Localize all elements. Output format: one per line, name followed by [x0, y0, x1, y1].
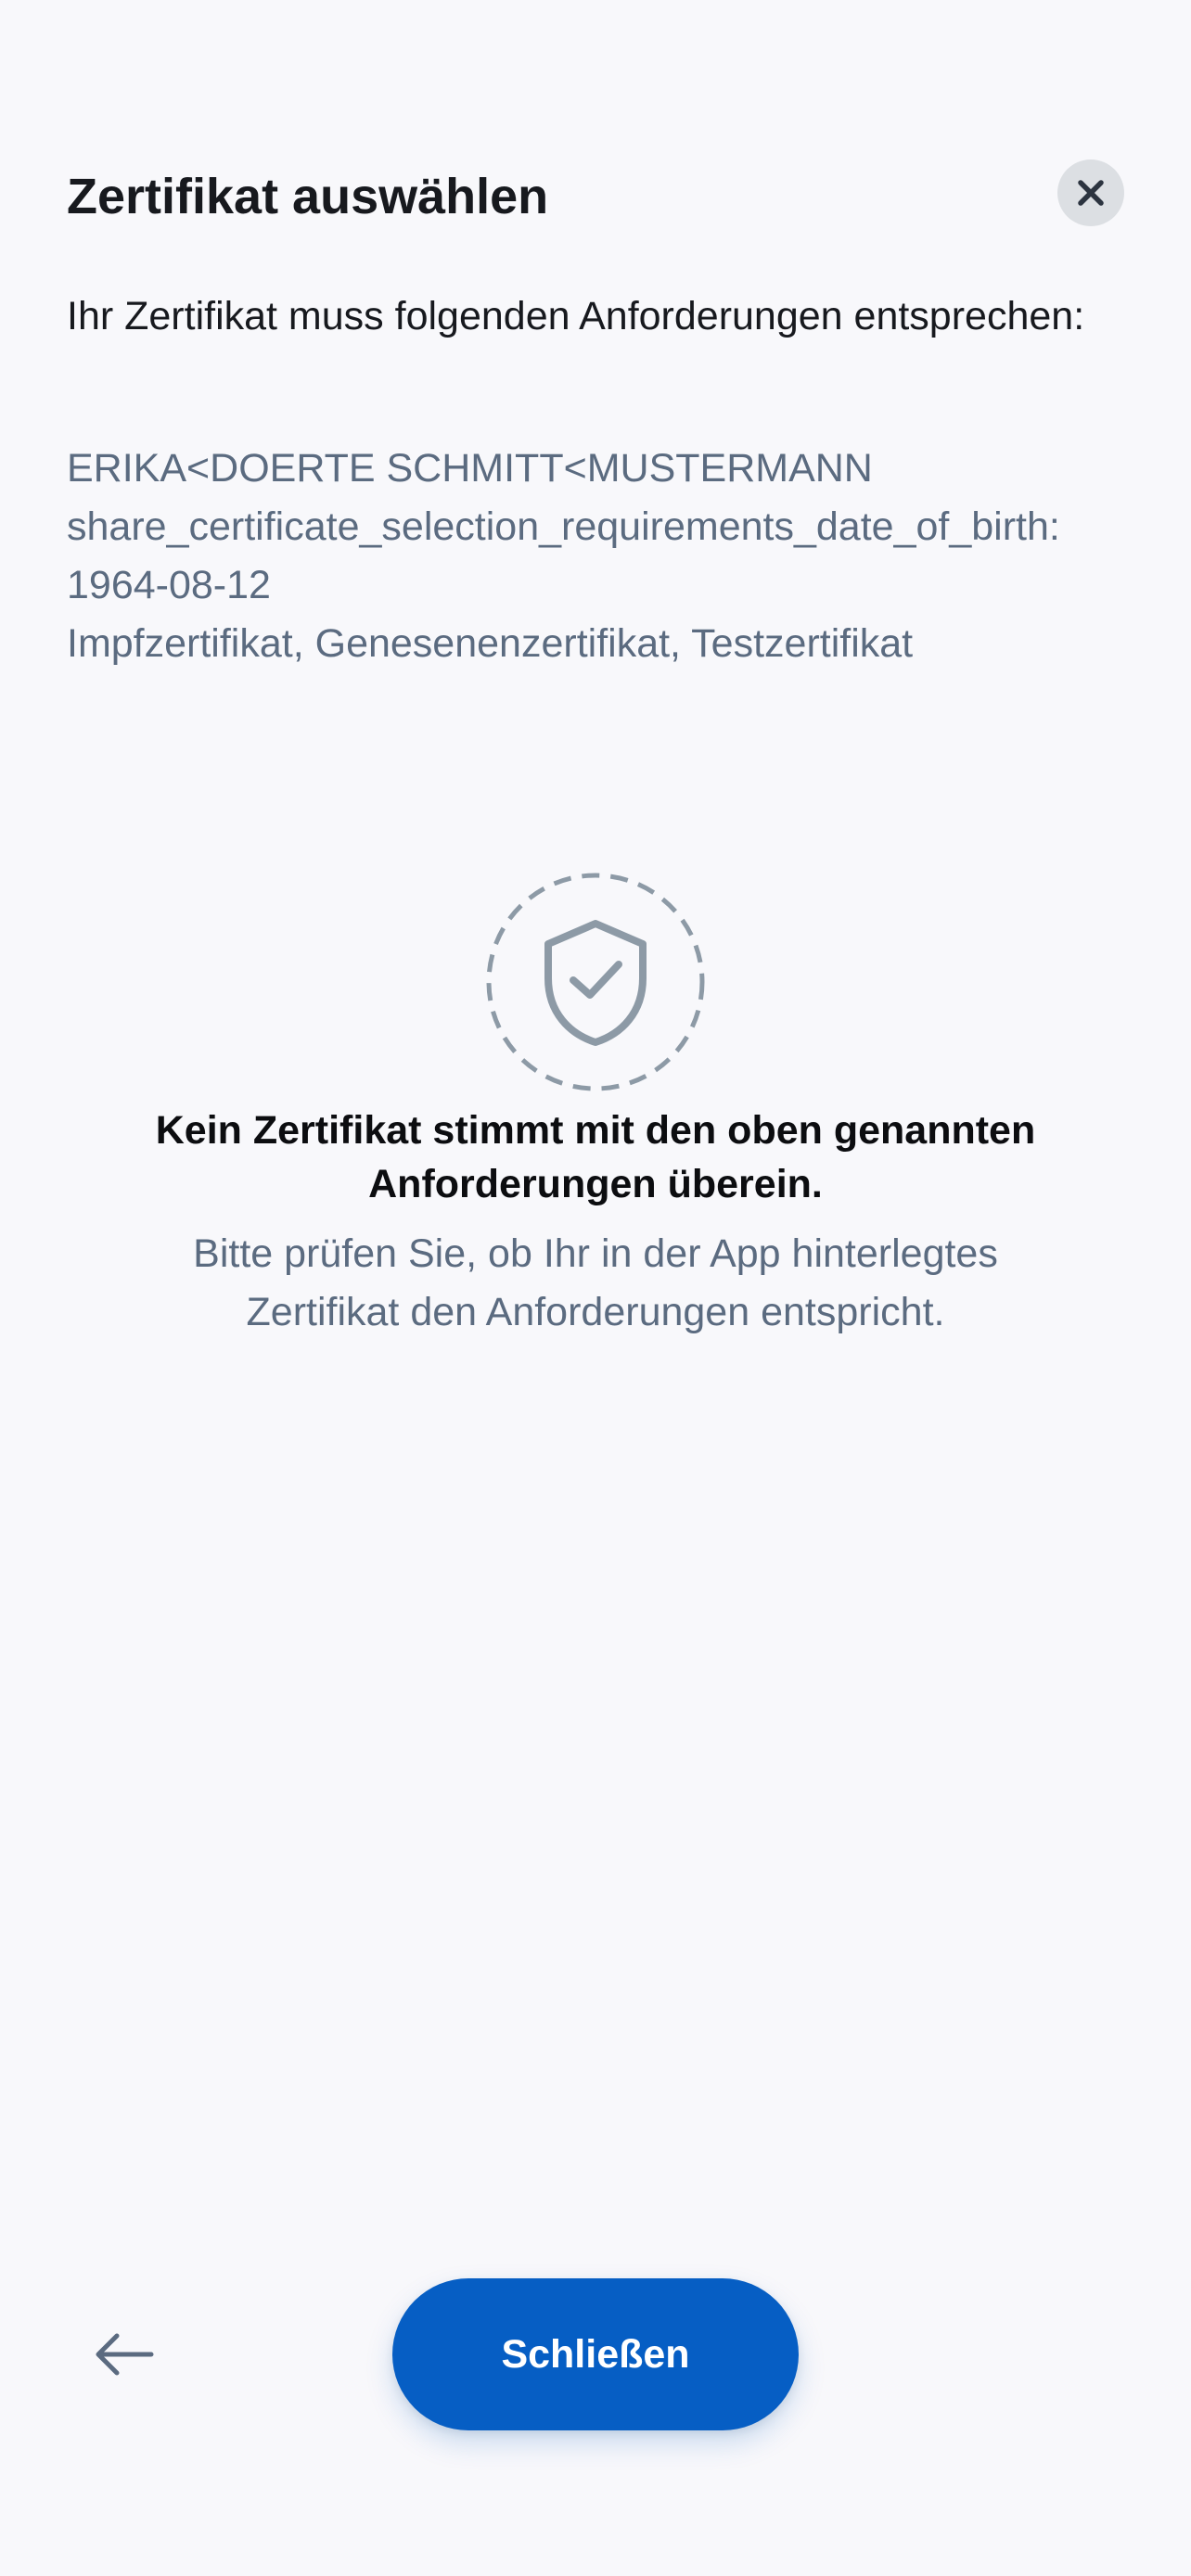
- back-button[interactable]: [85, 2322, 161, 2387]
- empty-state-title: Kein Zertifikat stimmt mit den oben gena…: [155, 1108, 1036, 1206]
- requirements-intro: Ihr Zertifikat muss folgenden Anforderun…: [67, 294, 1085, 338]
- empty-state-description: Bitte prüfen Sie, ob Ihr in der App hint…: [193, 1231, 998, 1334]
- close-icon: [1078, 180, 1104, 206]
- shield-check-icon: [486, 873, 705, 1091]
- arrow-left-icon: [96, 2333, 154, 2376]
- requirements-list: ERIKA<DOERTE SCHMITT<MUSTERMANN share_ce…: [67, 440, 1161, 673]
- requirement-date-of-birth: share_certificate_selection_requirements…: [67, 504, 1060, 607]
- requirement-certificate-types: Impfzertifikat, Genesenenzertifikat, Tes…: [67, 621, 914, 666]
- close-primary-button[interactable]: Schließen: [392, 2278, 799, 2430]
- page-title: Zertifikat auswählen: [67, 169, 549, 224]
- close-button[interactable]: [1057, 159, 1124, 226]
- requirement-name: ERIKA<DOERTE SCHMITT<MUSTERMANN: [67, 446, 873, 491]
